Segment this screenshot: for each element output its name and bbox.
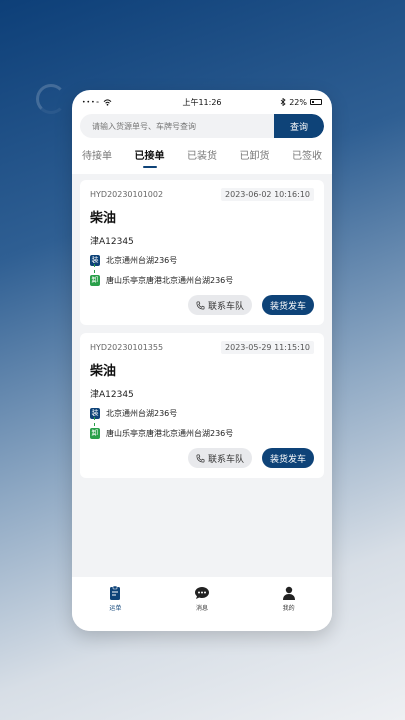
tabbar-profile-label: 我的	[282, 605, 295, 612]
route-connector	[94, 417, 95, 426]
load-address: 北京通州台湖236号	[106, 255, 178, 265]
decorative-ring	[36, 84, 66, 114]
order-number: HYD20230101355	[90, 343, 164, 352]
route-connector	[94, 264, 95, 273]
load-tag: 装	[90, 254, 100, 266]
load-tag: 装	[90, 407, 100, 419]
route: 装 北京通州台湖236号 卸 唐山乐亭京唐港北京通州台湖236号	[90, 253, 314, 287]
battery-icon	[310, 99, 322, 105]
tab-accepted[interactable]: 已接单	[135, 147, 165, 168]
tabbar-messages[interactable]: 消息	[172, 585, 232, 612]
plate-number: 津A12345	[90, 390, 134, 400]
unload-address: 唐山乐亭京唐港北京通州台湖236号	[106, 275, 234, 285]
search-bar: 查询	[80, 114, 324, 138]
order-time: 2023-05-29 11:15:10	[221, 341, 314, 354]
phone-icon	[196, 454, 205, 462]
battery-percent: 22%	[289, 97, 307, 107]
message-icon	[194, 587, 209, 599]
unload-tag: 卸	[90, 427, 100, 439]
contact-fleet-label: 联系车队	[207, 301, 244, 312]
tabbar-waybill[interactable]: 运单	[85, 585, 145, 612]
cargo-name: 柴油	[90, 364, 117, 379]
contact-fleet-button[interactable]: 联系车队	[187, 295, 252, 315]
search-input[interactable]	[80, 114, 274, 138]
order-list: HYD20230101002 2023-06-02 10:16:10 柴油 津A…	[72, 174, 332, 577]
route: 装 北京通州台湖236号 卸 唐山乐亭京唐港北京通州台湖236号	[90, 406, 314, 440]
waybill-icon	[110, 585, 121, 600]
status-tabs: 待接单 已接单 已装货 已卸货 已签收	[72, 138, 332, 174]
phone-icon	[196, 301, 205, 309]
bluetooth-icon	[280, 98, 286, 106]
order-time: 2023-06-02 10:16:10	[221, 188, 314, 201]
unload-address: 唐山乐亭京唐港北京通州台湖236号	[106, 428, 234, 438]
contact-fleet-button[interactable]: 联系车队	[187, 448, 252, 468]
tab-pending[interactable]: 待接单	[82, 147, 112, 166]
load-and-depart-button[interactable]: 装货发车	[261, 448, 314, 468]
order-card[interactable]: HYD20230101002 2023-06-02 10:16:10 柴油 津A…	[80, 180, 324, 325]
bottom-tab-bar: 运单 消息 我的	[72, 581, 332, 631]
load-and-depart-button[interactable]: 装货发车	[261, 295, 314, 315]
tab-signed[interactable]: 已签收	[292, 147, 322, 166]
status-time: 上午11:26	[182, 97, 222, 107]
cargo-name: 柴油	[90, 211, 117, 226]
unload-tag: 卸	[90, 274, 100, 286]
load-address: 北京通州台湖236号	[106, 408, 178, 418]
profile-icon	[282, 586, 295, 600]
tab-loaded[interactable]: 已装货	[187, 147, 217, 166]
tabbar-profile[interactable]: 我的	[259, 585, 319, 612]
contact-fleet-label: 联系车队	[207, 454, 244, 465]
signal-icon: •••∘	[82, 98, 101, 106]
order-card[interactable]: HYD20230101355 2023-05-29 11:15:10 柴油 津A…	[80, 333, 324, 478]
search-button[interactable]: 查询	[274, 114, 324, 138]
tabbar-waybill-label: 运单	[109, 605, 122, 612]
status-bar: •••∘ 上午11:26 22%	[72, 90, 332, 114]
tabbar-messages-label: 消息	[195, 605, 208, 612]
plate-number: 津A12345	[90, 237, 134, 247]
phone-frame: •••∘ 上午11:26 22% 查询 待接单 已接单 已装货 已卸货 已签收	[72, 90, 332, 631]
tab-unloaded[interactable]: 已卸货	[240, 147, 270, 166]
wifi-icon	[104, 98, 112, 106]
order-number: HYD20230101002	[90, 190, 164, 199]
